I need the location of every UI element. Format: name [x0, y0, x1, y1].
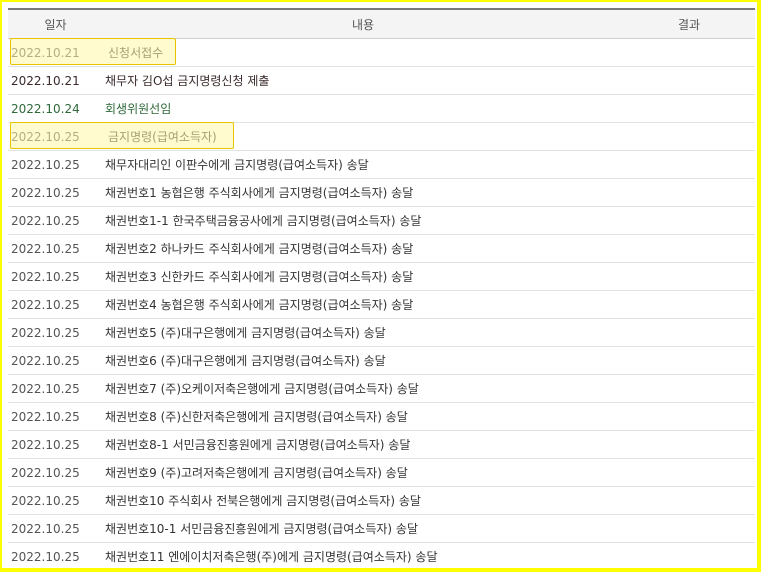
row-content-cell: 신청서접수 [103, 38, 623, 67]
row-content-cell: 채권번호2 하나카드 주식회사에게 금지명령(급여소득자) 송달 [103, 234, 623, 263]
table-row: 2022.10.25 채권번호1-1 한국주택금융공사에게 금지명령(급여소득자… [8, 206, 755, 235]
row-result-cell [623, 290, 755, 319]
row-content-cell: 채무자 김O섭 금지명령신청 제출 [103, 66, 623, 95]
row-content-cell: 채권번호11 엔에이치저축은행(주)에게 금지명령(급여소득자) 송달 [103, 542, 623, 568]
row-content-cell: 채무자대리인 이판수에게 금지명령(급여소득자) 송달 [103, 150, 623, 179]
row-date-cell: 2022.10.25 [8, 150, 103, 179]
table-row: 2022.10.25 채권번호9 (주)고려저축은행에게 금지명령(급여소득자)… [8, 458, 755, 487]
table-row: 2022.10.25 채권번호10-1 서민금융진흥원에게 금지명령(급여소득자… [8, 514, 755, 543]
table-row: 2022.10.25 채권번호11 엔에이치저축은행(주)에게 금지명령(급여소… [8, 542, 755, 568]
row-date-cell: 2022.10.25 [8, 542, 103, 568]
row-content-cell: 채권번호4 농협은행 주식회사에게 금지명령(급여소득자) 송달 [103, 290, 623, 319]
table-row: 2022.10.24 회생위원선임 [8, 94, 755, 123]
row-content-cell: 금지명령(급여소득자) [103, 122, 623, 151]
row-date-cell: 2022.10.25 [8, 234, 103, 263]
table-row: 2022.10.25 채권번호10 주식회사 전북은행에게 금지명령(급여소득자… [8, 486, 755, 515]
highlighted-content: 금지명령(급여소득자) [108, 130, 217, 144]
highlighted-content: 신청서접수 [108, 46, 164, 60]
table-row: 2022.10.25 채권번호4 농협은행 주식회사에게 금지명령(급여소득자)… [8, 290, 755, 319]
row-result-cell [623, 38, 755, 67]
row-result-cell [623, 486, 755, 515]
row-date-cell: 2022.10.24 [8, 94, 103, 123]
row-result-cell [623, 66, 755, 95]
row-content-cell: 채권번호1-1 한국주택금융공사에게 금지명령(급여소득자) 송달 [103, 206, 623, 235]
table-row: 2022.10.25 채권번호1 농협은행 주식회사에게 금지명령(급여소득자)… [8, 178, 755, 207]
row-content-cell: 회생위원선임 [103, 94, 623, 123]
row-content-cell: 채권번호1 농협은행 주식회사에게 금지명령(급여소득자) 송달 [103, 178, 623, 207]
table-header-row: 일자 내용 결과 [8, 8, 755, 39]
row-date-cell: 2022.10.25 [8, 290, 103, 319]
row-result-cell [623, 374, 755, 403]
table-row: 2022.10.25 채권번호7 (주)오케이저축은행에게 금지명령(급여소득자… [8, 374, 755, 403]
row-date-cell: 2022.10.25 [8, 178, 103, 207]
row-date-cell: 2022.10.21 [8, 66, 103, 95]
row-result-cell [623, 458, 755, 487]
column-header-content: 내용 [103, 8, 623, 39]
row-date-cell: 2022.10.25 [8, 430, 103, 459]
row-result-cell [623, 150, 755, 179]
row-result-cell [623, 94, 755, 123]
row-date-cell: 2022.10.25 [8, 514, 103, 543]
row-date-cell: 2022.10.25 [8, 262, 103, 291]
table-row: 2022.10.25 채권번호8 (주)신한저축은행에게 금지명령(급여소득자)… [8, 402, 755, 431]
row-date-cell: 2022.10.21 [8, 38, 103, 67]
highlighted-date: 2022.10.21 [11, 45, 80, 60]
row-result-cell [623, 234, 755, 263]
row-date-cell: 2022.10.25 [8, 346, 103, 375]
row-content-cell: 채권번호7 (주)오케이저축은행에게 금지명령(급여소득자) 송달 [103, 374, 623, 403]
row-content-cell: 채권번호9 (주)고려저축은행에게 금지명령(급여소득자) 송달 [103, 458, 623, 487]
row-content-cell: 채권번호8 (주)신한저축은행에게 금지명령(급여소득자) 송달 [103, 402, 623, 431]
row-date-cell: 2022.10.25 [8, 486, 103, 515]
row-result-cell [623, 262, 755, 291]
row-result-cell [623, 318, 755, 347]
table-row: 2022.10.21 채무자 김O섭 금지명령신청 제출 [8, 66, 755, 95]
row-result-cell [623, 178, 755, 207]
table-row: 2022.10.25 채권번호6 (주)대구은행에게 금지명령(급여소득자) 송… [8, 346, 755, 375]
row-date-cell: 2022.10.25 [8, 318, 103, 347]
row-result-cell [623, 122, 755, 151]
row-date-cell: 2022.10.25 [8, 374, 103, 403]
row-date-cell: 2022.10.25 [8, 402, 103, 431]
table-row: 2022.10.25 채권번호3 신한카드 주식회사에게 금지명령(급여소득자)… [8, 262, 755, 291]
row-date-cell: 2022.10.25 [8, 206, 103, 235]
row-date-cell: 2022.10.25 [8, 122, 103, 151]
highlight-frame: 일자 내용 결과 2022.10.21 신청서접수 2022.10.21 채무자… [2, 2, 757, 568]
row-result-cell [623, 542, 755, 568]
row-content-cell: 채권번호5 (주)대구은행에게 금지명령(급여소득자) 송달 [103, 318, 623, 347]
case-progress-table: 일자 내용 결과 2022.10.21 신청서접수 2022.10.21 채무자… [8, 8, 755, 568]
row-content-cell: 채권번호8-1 서민금융진흥원에게 금지명령(급여소득자) 송달 [103, 430, 623, 459]
row-content-cell: 채권번호10-1 서민금융진흥원에게 금지명령(급여소득자) 송달 [103, 514, 623, 543]
row-result-cell [623, 514, 755, 543]
row-content-cell: 채권번호10 주식회사 전북은행에게 금지명령(급여소득자) 송달 [103, 486, 623, 515]
table-row: 2022.10.21 신청서접수 [8, 38, 755, 67]
column-header-date: 일자 [8, 8, 103, 39]
table-row: 2022.10.25 금지명령(급여소득자) [8, 122, 755, 151]
row-content-cell: 채권번호3 신한카드 주식회사에게 금지명령(급여소득자) 송달 [103, 262, 623, 291]
row-date-cell: 2022.10.25 [8, 458, 103, 487]
row-result-cell [623, 346, 755, 375]
table-row: 2022.10.25 채권번호2 하나카드 주식회사에게 금지명령(급여소득자)… [8, 234, 755, 263]
column-header-result: 결과 [623, 8, 755, 39]
row-result-cell [623, 206, 755, 235]
table-row: 2022.10.25 채권번호5 (주)대구은행에게 금지명령(급여소득자) 송… [8, 318, 755, 347]
row-result-cell [623, 402, 755, 431]
highlighted-date: 2022.10.25 [11, 129, 80, 144]
table-row: 2022.10.25 채권번호8-1 서민금융진흥원에게 금지명령(급여소득자)… [8, 430, 755, 459]
row-result-cell [623, 430, 755, 459]
row-content-cell: 채권번호6 (주)대구은행에게 금지명령(급여소득자) 송달 [103, 346, 623, 375]
table-row: 2022.10.25 채무자대리인 이판수에게 금지명령(급여소득자) 송달 [8, 150, 755, 179]
